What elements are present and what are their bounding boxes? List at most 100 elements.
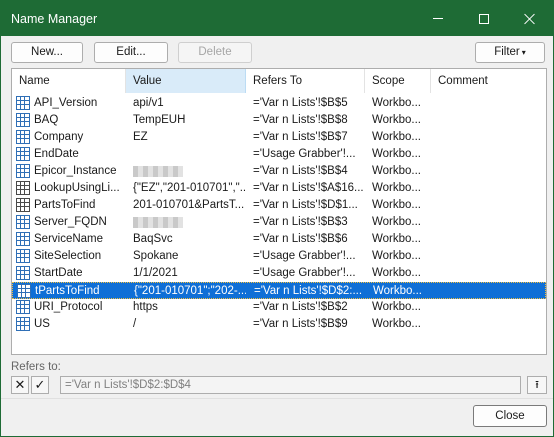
cell-value: TempEUH: [133, 114, 186, 126]
cell-name: BAQ: [34, 114, 59, 126]
cell-refers-to: ='Var n Lists'!$B$8: [253, 114, 348, 126]
table-row[interactable]: PartsToFind 201-010701&PartsT... ='Var n L…: [12, 197, 546, 214]
maximize-icon: [479, 13, 489, 24]
delete-button[interactable]: Delete: [178, 42, 252, 63]
cell-name: tPartsToFind: [35, 285, 100, 297]
cell-refers-to: ='Var n Lists'!$B$7: [253, 131, 348, 143]
cell-refers-to: ='Var n Lists'!$B$2: [253, 301, 348, 313]
cell-scope: Workbo...: [372, 216, 421, 228]
table-row[interactable]: API_Version api/v1 ='Var n Lists'!$B$5 Work…: [12, 95, 546, 112]
cell-refers-to: ='Var n Lists'!$B$5: [253, 97, 348, 109]
cell-scope: Workbo...: [372, 267, 421, 279]
cell-value: [133, 146, 245, 163]
cell-refers-to: ='Var n Lists'!$B$4: [253, 165, 348, 177]
names-list[interactable]: Name Value Refers To Scope Comment API_V…: [11, 68, 547, 355]
cell-comment: [438, 316, 544, 333]
collapse-dialog-button[interactable]: ⭱: [527, 376, 547, 394]
column-header-value[interactable]: Value: [126, 69, 246, 93]
table-row[interactable]: LookupUsingLi... {"EZ","201-010701","... =…: [12, 180, 546, 197]
named-range-icon: [16, 198, 30, 212]
cell-comment: [438, 214, 544, 231]
cell-comment: [438, 180, 544, 197]
cell-comment: [438, 129, 544, 146]
cell-comment: [438, 163, 544, 180]
maximize-button[interactable]: [461, 1, 507, 36]
table-row[interactable]: Company EZ ='Var n Lists'!$B$7 Workbo...: [12, 129, 546, 146]
cell-scope: Workbo...: [372, 182, 421, 194]
cell-name: PartsToFind: [34, 199, 96, 211]
cell-scope: Workbo...: [372, 199, 421, 211]
filter-label: Filter: [494, 46, 520, 58]
cell-refers-to: ='Var n Lists'!$B$6: [253, 233, 348, 245]
table-row[interactable]: tPartsToFind {"201-010701";"202-... ='Var …: [12, 282, 546, 299]
refers-to-label: Refers to:: [11, 361, 61, 373]
table-row[interactable]: Epicor_Instance ='Var n Lists'!$B$4 Workbo…: [12, 163, 546, 180]
named-range-icon: [16, 113, 30, 127]
cell-value: [133, 214, 245, 231]
cell-refers-to: ='Var n Lists'!$B$9: [253, 318, 348, 330]
named-range-icon: [16, 266, 30, 280]
named-range-icon: [16, 300, 30, 314]
named-range-icon: [16, 130, 30, 144]
list-header: Name Value Refers To Scope Comment: [12, 69, 546, 93]
cell-scope: Workbo...: [372, 301, 421, 313]
cell-name: URI_Protocol: [34, 301, 103, 313]
cell-value: [133, 163, 245, 180]
cell-value: https: [133, 301, 158, 313]
cell-refers-to: ='Usage Grabber'!...: [253, 148, 356, 160]
new-button[interactable]: New...: [11, 42, 83, 63]
table-row[interactable]: BAQ TempEUH ='Var n Lists'!$B$8 Workbo...: [12, 112, 546, 129]
filter-button[interactable]: Filter ▾: [475, 42, 545, 63]
cell-refers-to: ='Usage Grabber'!...: [253, 250, 356, 262]
table-row[interactable]: US / ='Var n Lists'!$B$9 Workbo...: [12, 316, 546, 333]
close-button[interactable]: Close: [473, 405, 547, 427]
cell-name: US: [34, 318, 50, 330]
cell-name: Epicor_Instance: [34, 165, 117, 177]
cell-name: ServiceName: [34, 233, 104, 245]
column-header-scope[interactable]: Scope: [365, 69, 431, 93]
confirm-edit-button[interactable]: ✓: [31, 376, 49, 394]
named-range-icon: [16, 147, 30, 161]
cell-name: Company: [34, 131, 84, 143]
table-row[interactable]: EndDate ='Usage Grabber'!... Workbo...: [12, 146, 546, 163]
named-range-icon: [16, 181, 30, 195]
table-row[interactable]: ServiceName BaqSvc ='Var n Lists'!$B$6 Work…: [12, 231, 546, 248]
cancel-edit-button[interactable]: ✕: [11, 376, 29, 394]
refers-to-input[interactable]: [60, 376, 521, 394]
cancel-icon: ✕: [14, 377, 26, 392]
cell-comment: [438, 248, 544, 265]
close-window-button[interactable]: [507, 1, 553, 36]
cell-comment: [438, 95, 544, 112]
named-range-icon: [16, 215, 30, 229]
cell-name: API_Version: [34, 97, 98, 109]
column-header-name[interactable]: Name: [12, 69, 126, 93]
table-row[interactable]: URI_Protocol https ='Var n Lists'!$B$2 Work…: [12, 299, 546, 316]
named-range-icon: [16, 96, 30, 110]
cell-refers-to: ='Var n Lists'!$D$2:...: [254, 285, 363, 297]
cell-value: 1/1/2021: [133, 267, 178, 279]
cell-name: Server_FQDN: [34, 216, 107, 228]
cell-comment: [438, 231, 544, 248]
table-row[interactable]: StartDate 1/1/2021 ='Usage Grabber'!... Wor…: [12, 265, 546, 282]
cell-scope: Workbo...: [372, 148, 421, 160]
cell-comment: [438, 112, 544, 129]
cell-value: {"201-010701";"202-...: [134, 285, 246, 297]
cell-scope: Workbo...: [372, 114, 421, 126]
cell-name: EndDate: [34, 148, 79, 160]
minimize-button[interactable]: [415, 1, 461, 36]
named-range-icon: [16, 249, 30, 263]
chevron-down-icon: ▾: [521, 48, 526, 57]
cell-value: BaqSvc: [133, 233, 173, 245]
redacted-value: [133, 217, 183, 228]
table-row[interactable]: Server_FQDN ='Var n Lists'!$B$3 Workbo...: [12, 214, 546, 231]
cell-name: LookupUsingLi...: [34, 182, 120, 194]
cell-value: Spokane: [133, 250, 179, 262]
column-header-comment[interactable]: Comment: [431, 69, 546, 93]
column-header-refers-to[interactable]: Refers To: [246, 69, 365, 93]
edit-button[interactable]: Edit...: [94, 42, 168, 63]
cell-value: {"EZ","201-010701","...: [133, 182, 245, 194]
table-row[interactable]: SiteSelection Spokane ='Usage Grabber'!...…: [12, 248, 546, 265]
cell-refers-to: ='Var n Lists'!$A$16...: [253, 182, 364, 194]
title-bar: Name Manager: [1, 1, 553, 36]
cell-scope: Workbo...: [372, 233, 421, 245]
